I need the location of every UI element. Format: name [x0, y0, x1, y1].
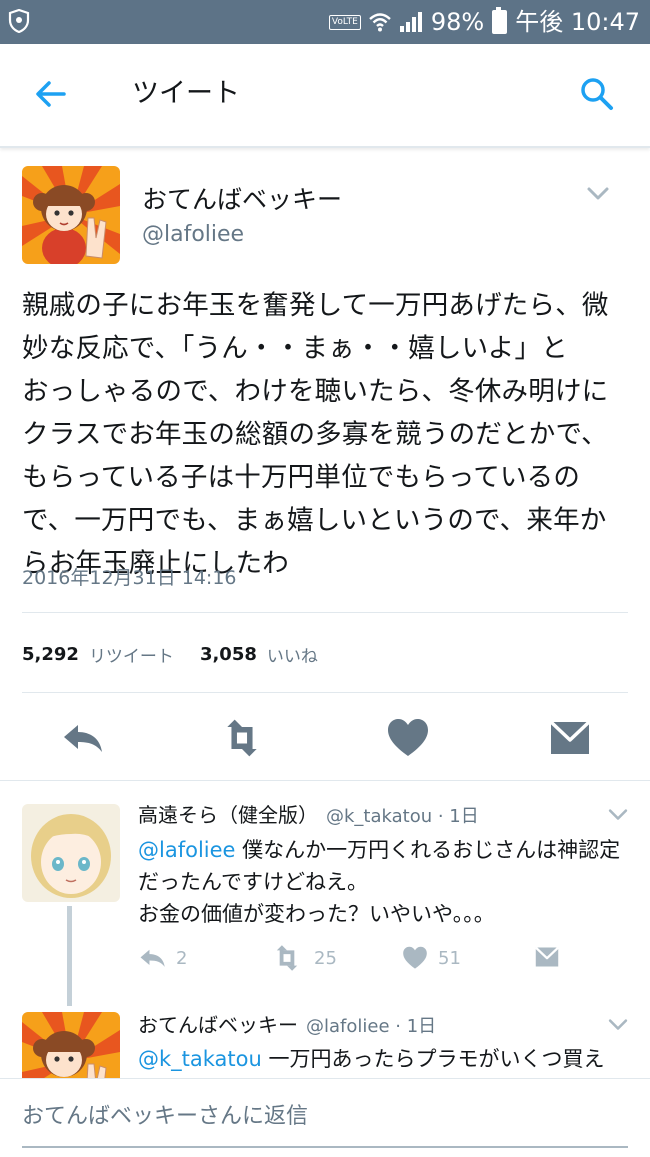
chevron-down-icon[interactable] [586, 186, 610, 202]
reply-like-count: 51 [438, 947, 461, 969]
search-icon[interactable] [580, 77, 614, 111]
input-underline [22, 1146, 628, 1148]
battery-percent: 98% [430, 8, 485, 36]
retweet-icon[interactable] [220, 716, 264, 760]
wifi-icon [369, 13, 391, 32]
reply-mention[interactable]: @k_takatou [138, 1047, 262, 1071]
reply-input-placeholder[interactable]: おてんばベッキーさんに返信 [22, 1101, 308, 1133]
reply-handle-time[interactable]: @lafoliee · 1日 [306, 1016, 436, 1037]
reply-header: おてんばベッキー @lafoliee · 1日 [138, 1010, 436, 1042]
chevron-down-icon[interactable] [607, 808, 629, 822]
reply-author-name[interactable]: おてんばベッキー [138, 1013, 298, 1037]
tweet-timestamp: 2016年12月31日 14:16 [22, 567, 237, 589]
reply-like-action[interactable]: 51 [402, 943, 461, 973]
page-title: ツイート [132, 78, 240, 109]
reply-avatar[interactable] [22, 804, 120, 902]
tweet-text: 親戚の子にお年玉を奮発して一万円あげたら、微 妙な反応で、「うん・・まぁ・・嬉し… [22, 290, 609, 579]
like-heart-icon[interactable] [402, 945, 428, 971]
like-heart-icon[interactable] [386, 716, 430, 760]
divider [22, 612, 628, 613]
back-arrow-icon[interactable] [34, 77, 68, 111]
divider [22, 692, 628, 693]
thread-connector [67, 906, 72, 1006]
section-divider [0, 780, 650, 781]
author-name[interactable]: おてんばベッキー [142, 183, 342, 217]
clock: 午後 10:47 [515, 8, 640, 36]
retweet-count[interactable]: 5,292 [22, 644, 79, 665]
reply-author-name[interactable]: 高遠そら（健全版） [138, 803, 318, 827]
direct-message-icon[interactable] [534, 944, 560, 970]
battery-icon [492, 7, 508, 34]
status-bar: VoLTE 98% 午後 10:47 [0, 0, 650, 44]
reply-icon[interactable] [138, 945, 166, 971]
author-handle[interactable]: @lafoliee [142, 220, 244, 250]
reply-handle-time[interactable]: @k_takatou · 1日 [326, 806, 479, 827]
reply-composer[interactable]: おてんばベッキーさんに返信 [0, 1078, 650, 1157]
app-header: ツイート [0, 44, 650, 148]
reply-reply-action[interactable]: 2 [138, 943, 187, 973]
chevron-down-icon[interactable] [607, 1018, 629, 1032]
reply-icon[interactable] [60, 716, 104, 760]
reply-header: 高遠そら（健全版） @k_takatou · 1日 [138, 800, 479, 832]
tweet-stats: 5,292 リツイート 3,058 いいね [22, 638, 344, 670]
like-count[interactable]: 3,058 [200, 644, 257, 665]
reply-count: 2 [176, 947, 188, 969]
reply-text: @k_takatou 一万円あったらプラモがいくつ買え [138, 1047, 605, 1071]
reply-retweet-action[interactable]: 25 [270, 943, 337, 973]
author-avatar[interactable] [22, 166, 120, 264]
retweet-label[interactable]: リツイート [89, 642, 174, 667]
reply-avatar[interactable] [22, 1012, 120, 1078]
volte-badge: VoLTE [328, 14, 361, 30]
direct-message-icon[interactable] [548, 716, 592, 760]
like-label[interactable]: いいね [267, 642, 318, 667]
reply-text: @lafoliee 僕なんか一万円くれるおじさんは神認定 だったんですけどねえ。… [138, 838, 621, 926]
shield-icon [8, 9, 30, 33]
signal-icon [399, 12, 422, 32]
retweet-icon[interactable] [270, 944, 304, 972]
reply-retweet-count: 25 [314, 947, 337, 969]
reply-mention[interactable]: @lafoliee [138, 838, 235, 862]
